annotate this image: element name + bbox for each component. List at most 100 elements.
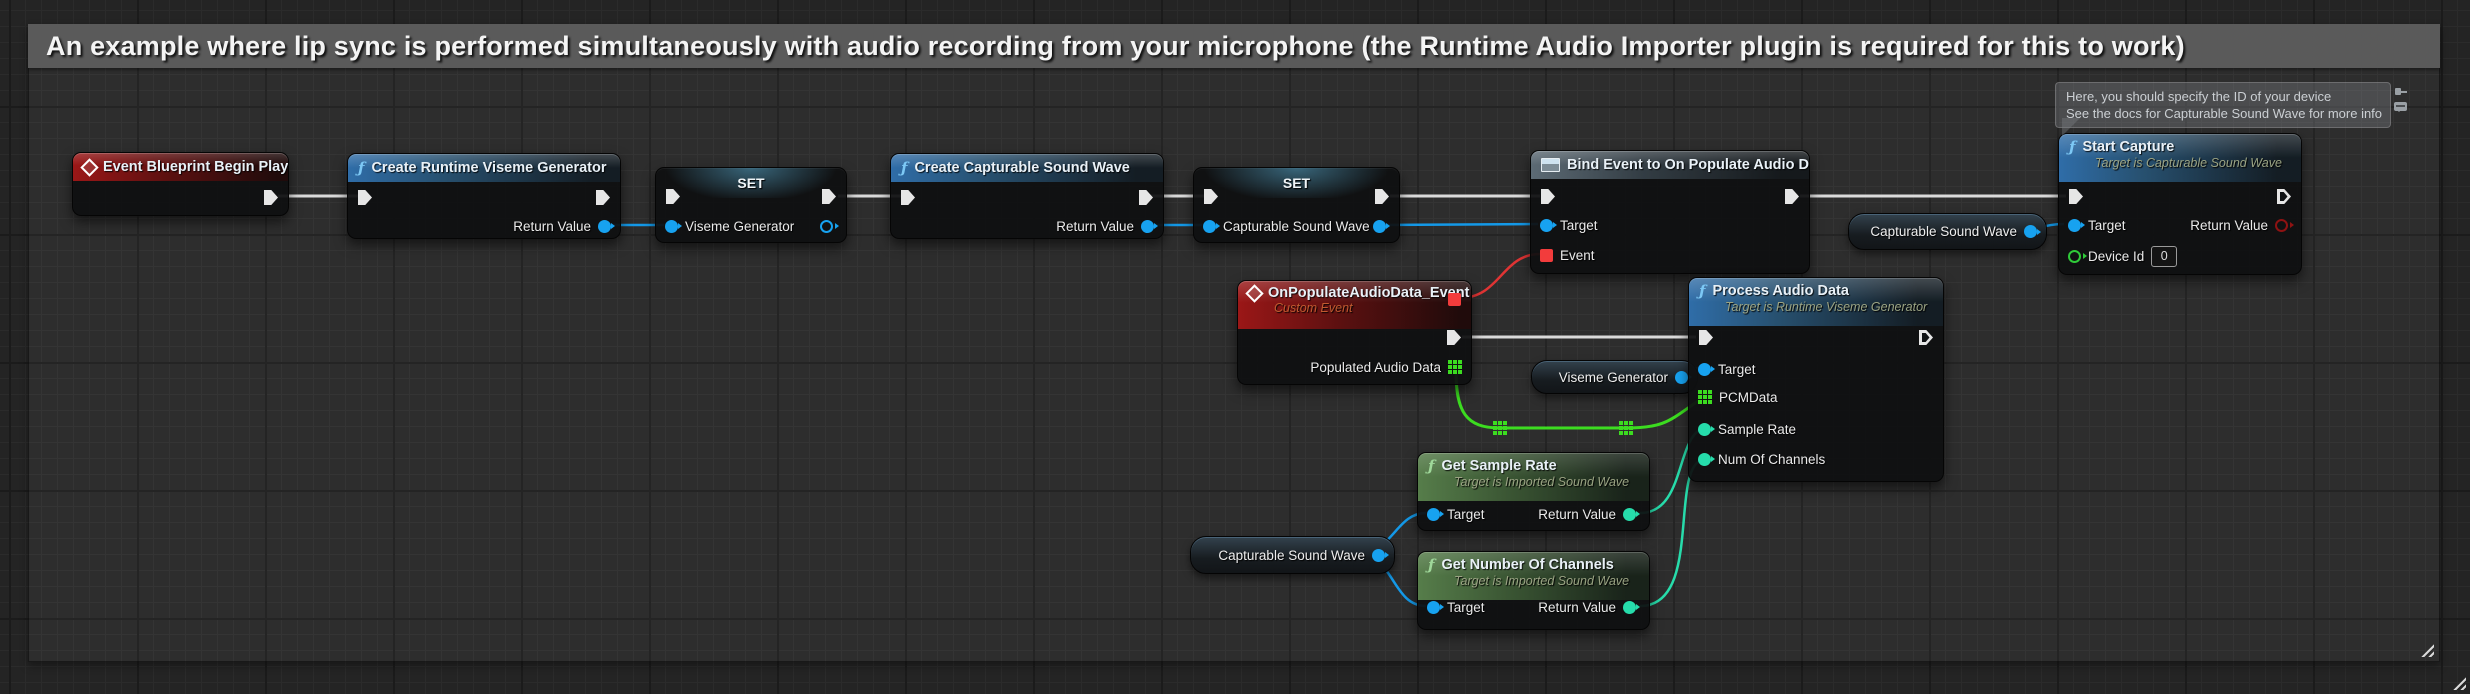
event-row: Event [1540,247,1595,263]
pin-label: Viseme Generator [685,219,794,234]
node-title: Start Capture [2082,139,2174,155]
pin-label: Return Value [1538,507,1616,522]
exec-out-pin[interactable] [1139,190,1153,205]
exec-out-pin[interactable] [1919,330,1933,345]
num-of-channels-pin[interactable] [1698,453,1711,466]
pcmdata-pin[interactable] [1698,390,1712,404]
node-header: ƒ Get Number Of Channels Target is Impor… [1418,552,1649,600]
target-row: Target [1427,599,1485,615]
return-value-pin[interactable] [1623,508,1636,521]
variable-out-pin[interactable] [2024,225,2037,238]
node-process-audio-data[interactable]: ƒ Process Audio Data Target is Runtime V… [1688,277,1944,482]
node-title: Get Number Of Channels [1441,557,1613,573]
node-header: OnPopulateAudioData_Event Custom Event [1238,281,1471,329]
node-on-populate-audio-data-event[interactable]: OnPopulateAudioData_Event Custom Event P… [1237,280,1472,385]
bubble-line: See the docs for Capturable Sound Wave f… [2066,105,2380,122]
node-title: Create Runtime Viseme Generator [371,160,606,176]
pin-label: Return Value [2190,218,2268,233]
speech-bubble-icon[interactable] [2394,102,2407,111]
node-title: Create Capturable Sound Wave [914,160,1129,176]
function-icon: ƒ [358,159,364,177]
node-event-begin-play[interactable]: Event Blueprint Begin Play [72,152,289,216]
comment-bubble: Here, you should specify the ID of your … [2055,82,2391,128]
exec-out-pin[interactable] [2277,189,2291,204]
pin-label: Device Id [2088,249,2144,264]
node-bind-event[interactable]: Bind Event to On Populate Audio Data Tar… [1530,150,1810,274]
exec-out-pin[interactable] [1447,330,1461,345]
variable-out-pin[interactable] [1372,549,1385,562]
return-value-pin[interactable] [1623,601,1636,614]
viseme-generator-out-pin[interactable] [820,220,833,233]
node-subtitle: Target is Capturable Sound Wave [2095,156,2291,170]
node-get-number-of-channels[interactable]: ƒ Get Number Of Channels Target is Impor… [1417,551,1650,630]
node-title: SET [737,175,764,191]
exec-out-pin[interactable] [596,190,610,205]
target-pin[interactable] [2068,219,2081,232]
event-delegate-pin[interactable] [1540,249,1553,262]
exec-in-pin[interactable] [358,190,372,205]
pin-label: Return Value [1538,600,1616,615]
device-id-input[interactable]: 0 [2151,246,2177,267]
function-icon: ƒ [1428,556,1434,574]
node-header: ƒ Process Audio Data Target is Runtime V… [1689,278,1943,326]
pin-label: Event [1560,248,1595,263]
exec-in-pin[interactable] [901,190,915,205]
node-header: Bind Event to On Populate Audio Data [1531,151,1809,179]
node-create-runtime-viseme-generator[interactable]: ƒ Create Runtime Viseme Generator Return… [347,153,621,239]
pin-label: Populated Audio Data [1310,360,1441,375]
return-value-pin[interactable] [1141,220,1154,233]
node-title: OnPopulateAudioData_Event [1268,285,1469,301]
getter-viseme-generator[interactable]: Viseme Generator [1531,360,1698,394]
return-value-pin[interactable] [2275,219,2288,232]
pin-icon[interactable] [2394,85,2407,98]
device-id-pin[interactable] [2068,250,2081,263]
return-value-pin[interactable] [598,220,611,233]
node-set-viseme-generator[interactable]: SET Viseme Generator [655,167,847,243]
node-header: Event Blueprint Begin Play [73,153,288,181]
target-row: Target [1698,361,1756,377]
viseme-generator-in-pin[interactable] [665,220,678,233]
capturable-sound-wave-out-pin[interactable] [1373,220,1386,233]
node-create-capturable-sound-wave[interactable]: ƒ Create Capturable Sound Wave Return Va… [890,153,1164,239]
array-wire-bubble [1619,421,1633,435]
populated-audio-data-row: Populated Audio Data [1310,359,1462,375]
exec-in-pin[interactable] [2069,189,2083,204]
exec-out-pin[interactable] [1785,189,1799,204]
node-title: Event Blueprint Begin Play [103,159,288,175]
getter-capturable-sound-wave-bottom[interactable]: Capturable Sound Wave [1190,536,1395,574]
array-wire-bubble [1493,421,1507,435]
function-icon: ƒ [901,159,907,177]
pin-label: Capturable Sound Wave [1223,219,1370,234]
node-subtitle: Target is Imported Sound Wave [1454,475,1639,489]
capturable-sound-wave-in-pin[interactable] [1203,220,1216,233]
pin-label: Target [1560,218,1598,233]
target-pin[interactable] [1427,508,1440,521]
return-value-row: Return Value [513,218,611,234]
target-pin[interactable] [1427,601,1440,614]
node-header: SET [1194,168,1399,198]
node-set-capturable-sound-wave[interactable]: SET Capturable Sound Wave [1193,167,1400,243]
populated-audio-data-pin[interactable] [1448,360,1462,374]
target-pin[interactable] [1698,363,1711,376]
node-subtitle: Custom Event [1274,301,1461,315]
blueprint-graph-canvas[interactable]: An example where lip sync is performed s… [0,0,2470,694]
variable-out-row [820,218,833,234]
exec-in-pin[interactable] [1541,189,1555,204]
bubble-controls [2394,85,2407,111]
node-get-sample-rate[interactable]: ƒ Get Sample Rate Target is Imported Sou… [1417,452,1650,531]
num-of-channels-row: Num Of Channels [1698,451,1825,467]
target-pin[interactable] [1540,219,1553,232]
node-subtitle: Target is Runtime Viseme Generator [1725,300,1933,314]
node-header: SET [656,168,846,198]
pin-label: Target [1447,507,1485,522]
variable-out-pin[interactable] [1675,371,1688,384]
node-header: ƒ Create Capturable Sound Wave [891,154,1163,182]
exec-out-pin[interactable] [264,190,278,205]
getter-capturable-sound-wave-top[interactable]: Capturable Sound Wave [1848,213,2047,250]
sample-rate-pin[interactable] [1698,423,1711,436]
bind-event-icon [1541,158,1560,172]
exec-in-pin[interactable] [1699,330,1713,345]
pin-label: PCMData [1719,390,1778,405]
delegate-out-pin[interactable] [1448,293,1461,306]
node-start-capture[interactable]: ƒ Start Capture Target is Capturable Sou… [2058,133,2302,275]
